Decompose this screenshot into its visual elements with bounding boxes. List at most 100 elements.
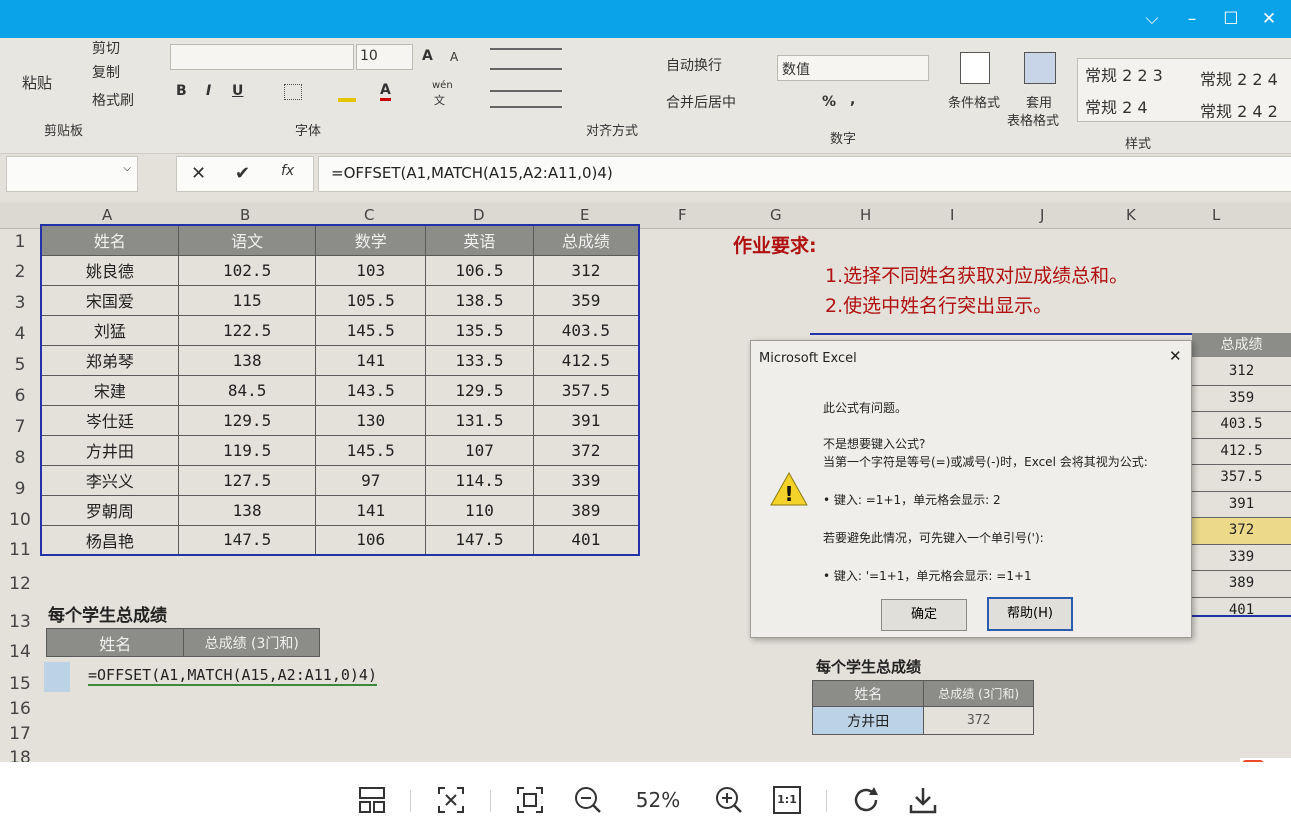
cell[interactable]: 130 [315, 404, 427, 436]
right-cell[interactable]: 401 [1192, 598, 1291, 624]
cell[interactable]: 138.5 [425, 284, 534, 316]
cell[interactable]: 刘猛 [40, 314, 179, 346]
cell[interactable]: 122.5 [177, 314, 317, 346]
cell[interactable]: 罗朝周 [40, 494, 179, 526]
row-number[interactable]: 2 [0, 262, 40, 282]
col-header-h[interactable]: H [860, 206, 871, 224]
col-header-l[interactable]: L [1212, 206, 1220, 224]
right-cell[interactable]: 339 [1192, 545, 1291, 571]
dialog-close-icon[interactable]: ✕ [1169, 347, 1182, 365]
right-cell[interactable]: 359 [1192, 386, 1291, 412]
right-summary-header-name[interactable]: 姓名 [811, 680, 925, 707]
cell[interactable]: 357.5 [532, 374, 640, 406]
row-number[interactable]: 14 [0, 642, 40, 662]
cell[interactable]: 103 [315, 254, 427, 286]
cell[interactable]: 141 [315, 494, 427, 526]
cancel-icon[interactable]: ✕ [191, 163, 206, 184]
cell[interactable]: 114.5 [425, 464, 534, 496]
cell[interactable]: 李兴义 [40, 464, 179, 496]
right-summary-value[interactable]: 372 [923, 706, 1034, 735]
insert-function-icon[interactable]: fx [281, 163, 294, 179]
col-header-d[interactable]: D [473, 206, 485, 224]
cell[interactable]: 方井田 [40, 434, 179, 466]
row-number[interactable]: 16 [0, 699, 40, 719]
summary-header-name[interactable]: 姓名 [45, 628, 185, 657]
row-number[interactable]: 1 [0, 232, 40, 252]
row-number[interactable]: 17 [0, 724, 40, 744]
ok-button[interactable]: 确定 [881, 599, 967, 631]
cell-edit-formula[interactable]: =OFFSET(A1,MATCH(A15,A2:A11,0)4) [88, 666, 377, 686]
col-header-i[interactable]: I [950, 206, 954, 224]
conditional-format-label[interactable]: 条件格式 [948, 92, 1000, 111]
row-number[interactable]: 4 [0, 324, 40, 344]
cell[interactable]: 147.5 [425, 524, 534, 556]
right-table-header[interactable]: 总成绩 [1192, 333, 1291, 357]
row-number[interactable]: 10 [0, 510, 40, 530]
help-button[interactable]: 帮助(H) [987, 597, 1073, 631]
collapse-button[interactable]: ⌵ [1133, 0, 1171, 38]
col-header-f[interactable]: F [678, 206, 687, 224]
right-cell[interactable]: 403.5 [1192, 412, 1291, 439]
right-cell[interactable]: 312 [1192, 359, 1291, 386]
row-number[interactable]: 9 [0, 479, 40, 499]
merge-center-button[interactable]: 合并后居中 [666, 92, 736, 112]
bold-button[interactable]: B [176, 83, 187, 99]
cell[interactable]: 姚良德 [40, 254, 179, 286]
shrink-font-icon[interactable]: A [450, 50, 458, 64]
cell[interactable]: 359 [532, 284, 640, 316]
name-box[interactable]: ⌵ [6, 156, 138, 192]
download-button[interactable] [905, 782, 941, 818]
borders-icon[interactable] [284, 84, 302, 100]
font-size-select[interactable]: 10 [356, 44, 413, 70]
fullscreen-button[interactable] [512, 782, 548, 818]
cell[interactable]: 391 [532, 404, 640, 436]
right-summary-header-total[interactable]: 总成绩 (3门和) [923, 680, 1034, 707]
italic-button[interactable]: I [206, 83, 211, 99]
fit-window-button[interactable] [433, 782, 469, 818]
confirm-icon[interactable]: ✔ [235, 163, 250, 184]
cell[interactable]: 杨昌艳 [40, 524, 179, 556]
cell[interactable]: 107 [425, 434, 534, 466]
cell[interactable]: 138 [177, 494, 317, 526]
format-as-table-icon[interactable] [1024, 52, 1056, 84]
style-normal-223[interactable]: 常规 2 2 3 [1085, 62, 1163, 86]
cell[interactable]: 97 [315, 464, 427, 496]
row-number[interactable]: 5 [0, 355, 40, 375]
row-number[interactable]: 3 [0, 293, 40, 313]
cell[interactable]: 119.5 [177, 434, 317, 466]
cell[interactable]: 宋国爱 [40, 284, 179, 316]
cell[interactable]: 127.5 [177, 464, 317, 496]
col-header-a[interactable]: A [102, 206, 112, 224]
comma-button[interactable]: , [850, 92, 855, 108]
cell[interactable]: 143.5 [315, 374, 427, 406]
col-header-k[interactable]: K [1126, 206, 1136, 224]
style-normal-24[interactable]: 常规 2 4 [1085, 94, 1148, 118]
right-cell[interactable]: 412.5 [1192, 439, 1291, 465]
row-number[interactable]: 13 [0, 612, 40, 632]
number-format-select[interactable]: 数值 [777, 55, 929, 81]
align-horizontal-icons[interactable] [490, 90, 562, 108]
cell[interactable]: 131.5 [425, 404, 534, 436]
header-total[interactable]: 总成绩 [532, 224, 640, 256]
col-header-g[interactable]: G [770, 206, 782, 224]
cell[interactable]: 135.5 [425, 314, 534, 346]
underline-button[interactable]: U [232, 83, 243, 99]
right-summary-name[interactable]: 方井田 [811, 706, 925, 735]
thumbnail-view-button[interactable] [354, 782, 390, 818]
wrap-text-button[interactable]: 自动换行 [666, 55, 722, 75]
font-color-icon[interactable]: A [380, 82, 391, 101]
cell[interactable]: 389 [532, 494, 640, 526]
right-cell[interactable]: 357.5 [1192, 465, 1291, 492]
cell[interactable]: 147.5 [177, 524, 317, 556]
header-math[interactable]: 数学 [315, 224, 427, 256]
cell[interactable]: 138 [177, 344, 317, 376]
row-number[interactable]: 6 [0, 386, 40, 406]
percent-button[interactable]: % [822, 94, 836, 110]
conditional-format-icon[interactable] [960, 52, 990, 84]
cell[interactable]: 84.5 [177, 374, 317, 406]
col-header-j[interactable]: J [1040, 206, 1044, 224]
cell[interactable]: 401 [532, 524, 640, 556]
maximize-button[interactable]: ☐ [1212, 0, 1250, 38]
header-name[interactable]: 姓名 [40, 224, 179, 256]
row-number[interactable]: 15 [0, 674, 40, 694]
